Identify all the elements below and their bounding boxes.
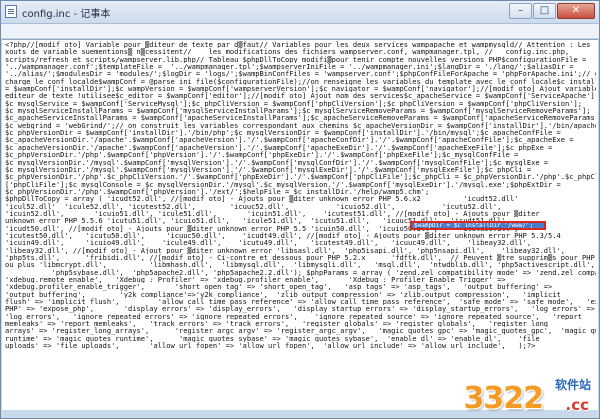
text-line[interactable]: 'icuin52.dll', 'icuio51.dll', 'icule51.d…: [5, 210, 596, 217]
text-line[interactable]: PHP' => 'expose_php', 'display errors' =…: [5, 305, 596, 312]
minimize-button[interactable]: –: [509, 3, 532, 19]
text-line[interactable]: <?php//[modif oto] Variable pour ▒diteur…: [5, 41, 596, 48]
text-line[interactable]: 'output_buffering', 'y2k compliance'=>'y…: [5, 291, 596, 298]
text-line[interactable]: charge le conf localde$wampConf = @parse…: [5, 78, 596, 85]
window-controls: – □ ✕: [508, 3, 595, 20]
text-line[interactable]: 'libeay32.dll', //[modif oto] - Ajout po…: [5, 247, 596, 254]
text-line[interactable]: $phpDllToCopy = array ( 'icudt52.dll', /…: [5, 195, 596, 202]
title-bar[interactable]: config.inc - 记事本 – □ ✕: [1, 1, 599, 24]
text-line[interactable]: memleaks' => 'report_memleaks', 'track e…: [5, 320, 596, 327]
text-line[interactable]: 'php5sybase.dll', 'php5apache2.dll', 'ph…: [5, 269, 596, 276]
notepad-window: config.inc - 记事本 – □ ✕ <?php//[modif oto] …: [0, 0, 600, 419]
text-line[interactable]: scripts/refresh et scripts/wampserver.li…: [5, 56, 596, 63]
text-line[interactable]: runtime' => 'magic_quotes_runtime', 'mag…: [5, 335, 596, 342]
text-line[interactable]: $c_webgrind = 'webGrind/';// on construi…: [5, 122, 596, 129]
text-line[interactable]: $c_apacheServiceInstallParams = $wampCon…: [5, 114, 596, 121]
text-line[interactable]: $c_apacheVersionDir.'/apache'.$wampConf[…: [5, 144, 596, 151]
text-line[interactable]: $c_mysqlVersionDir.'/mysql'.$wampConf['m…: [5, 159, 596, 166]
text-line[interactable]: 'log_errors', 'ignore repeated errors' =…: [5, 313, 596, 320]
maximize-button[interactable]: □: [533, 3, 556, 19]
notepad-icon: [5, 5, 17, 18]
text-line[interactable]: = $wampConf['installDir'];$c_wampVersion…: [5, 85, 596, 92]
text-line[interactable]: xouts de variable suementions▒ n▒cessite…: [5, 48, 596, 55]
text-line[interactable]: 'icutest50.dll', 'icutu50.dll', 'icuuc50…: [5, 232, 596, 239]
text-line[interactable]: $c_mysqlServiceInstallParams = $wampConf…: [5, 107, 596, 114]
text-line[interactable]: ['phpCliFile'];$c_mysqlConsole = $c_mysq…: [5, 181, 596, 188]
watermark-main: 3322: [463, 381, 544, 416]
text-editor[interactable]: <?php//[modif oto] Variable pour ▒diteur…: [2, 39, 598, 410]
text-line[interactable]: $c_phpVersionDir.'/php'.$c_phpCliVersion…: [5, 173, 596, 180]
text-line[interactable]: 'xdebug.profiler_enable_trigger', 'short…: [5, 283, 596, 290]
text-line[interactable]: uploads' => 'file_uploads', 'allow url f…: [5, 342, 596, 349]
site-watermark-logo: 软件站 3322 .cc: [419, 376, 595, 416]
text-line[interactable]: 'xdebug.remote_enable', 'Xdebug : Profil…: [5, 276, 596, 283]
text-line[interactable]: $c_apacheVersionDir.'/apache'.$wampConf[…: [5, 136, 596, 143]
text-line[interactable]: $c_mysqlVersionDir.'/mysql'.$wampConf['m…: [5, 166, 596, 173]
watermark-suffix: .cc: [565, 396, 589, 414]
close-button[interactable]: ✕: [557, 3, 595, 19]
text-line[interactable]: 'php5ts.dll', 'fribidi.dll', //[modif ot…: [5, 254, 596, 261]
text-line[interactable]: $c_phpVersionDir = $wampConf['installDir…: [5, 129, 596, 136]
highlight-box: [410, 221, 546, 230]
text-line[interactable]: 'icuin49.dll', 'icuio49.dll', 'icule49.d…: [5, 239, 596, 246]
text-line[interactable]: ou plus 'libmcrypt.dll', 'libmhash.dll',…: [5, 261, 596, 268]
file-content[interactable]: <?php//[modif oto] Variable pour ▒diteur…: [2, 40, 598, 349]
text-line[interactable]: '../alias/';$modulesDir = 'modules/';$lo…: [5, 70, 596, 77]
text-line[interactable]: arrays' => 'register_long_arrays', 'regi…: [5, 327, 596, 334]
text-line[interactable]: '../wampmanager.conf';$templateFile = '.…: [5, 63, 596, 70]
text-line[interactable]: $c_mysqlService = $wampConf['ServiceMysq…: [5, 100, 596, 107]
text-line[interactable]: editeur de texte !utilisee$c_editor = $w…: [5, 92, 596, 99]
text-line[interactable]: flush' => 'implicit_flush', 'allow call …: [5, 298, 596, 305]
window-title: config.inc - 记事本: [22, 9, 111, 20]
menu-bar: [1, 24, 599, 39]
text-line[interactable]: $c_phpVersionDir.'/php'.$wampConf['phpVe…: [5, 151, 596, 158]
watermark-cn: 软件站: [554, 378, 591, 392]
text-line[interactable]: 'icul52.dll' 'icule52.dll', 'icutest52.d…: [5, 203, 596, 210]
text-line[interactable]: $c_phpVersionDir.'/php'.$wampConf['phpVe…: [5, 188, 596, 195]
